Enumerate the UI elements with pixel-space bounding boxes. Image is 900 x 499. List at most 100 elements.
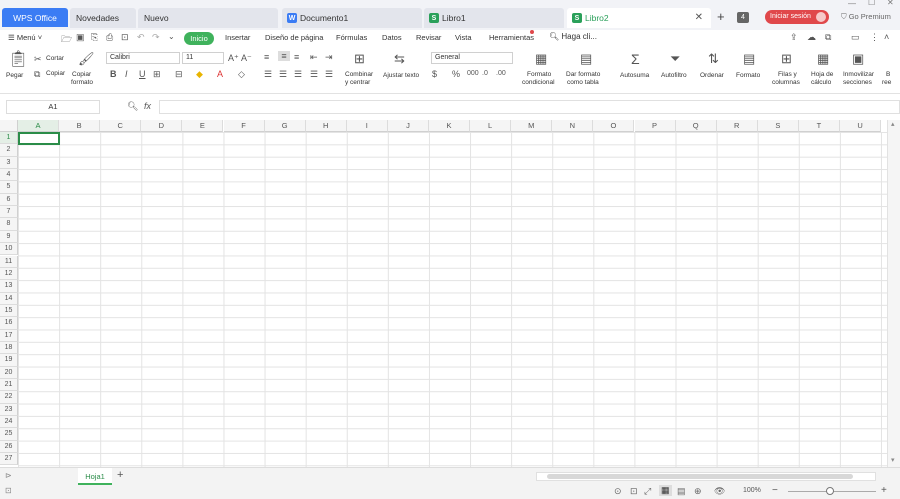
copy-button[interactable]: Copiar: [46, 70, 65, 78]
window-count-badge[interactable]: 4: [737, 12, 749, 23]
align-top-icon[interactable]: ≡: [264, 52, 269, 62]
merge-center-label-1[interactable]: Combinar: [345, 71, 373, 79]
column-header[interactable]: H: [305, 120, 347, 132]
formula-input[interactable]: [159, 100, 900, 114]
close-window-icon[interactable]: ✕: [887, 0, 894, 7]
currency-icon[interactable]: $: [432, 69, 437, 79]
row-header[interactable]: 22: [0, 391, 18, 404]
column-header[interactable]: M: [511, 120, 553, 132]
wrap-text-button[interactable]: Ajustar texto: [383, 72, 419, 80]
column-header[interactable]: G: [264, 120, 306, 132]
row-header[interactable]: 26: [0, 440, 18, 454]
row-header[interactable]: 21: [0, 379, 18, 392]
sort-button[interactable]: Ordenar: [700, 72, 724, 80]
column-header[interactable]: A: [18, 120, 60, 132]
row-header[interactable]: 12: [0, 267, 18, 281]
login-button[interactable]: Iniciar sesión: [765, 10, 829, 24]
sheet-tab-hoja1[interactable]: Hoja1: [78, 468, 112, 485]
align-bottom-icon[interactable]: ≡: [294, 52, 299, 62]
column-header[interactable]: S: [757, 120, 799, 132]
tab-diseno-pagina[interactable]: Diseño de página: [265, 33, 323, 42]
cut-button[interactable]: Cortar: [46, 55, 64, 63]
row-header[interactable]: 17: [0, 329, 18, 342]
tab-inicio[interactable]: Inicio: [184, 32, 214, 45]
number-format-select[interactable]: General: [431, 52, 513, 64]
align-center-icon[interactable]: ☰: [279, 69, 287, 79]
tab-herramientas[interactable]: Herramientas: [489, 33, 534, 42]
align-middle-icon[interactable]: ≡: [278, 51, 290, 61]
row-header[interactable]: 1: [0, 132, 18, 145]
page-break-icon[interactable]: ▤: [677, 486, 686, 497]
row-header[interactable]: 7: [0, 206, 18, 219]
menu-button[interactable]: ☰ Menú ˅: [8, 33, 42, 42]
column-header[interactable]: R: [716, 120, 758, 132]
decrease-decimal-icon[interactable]: .00: [496, 69, 506, 79]
column-header[interactable]: Q: [675, 120, 717, 132]
reading-mode-icon[interactable]: 👁︎: [714, 486, 725, 497]
worksheet-icon[interactable]: ▦: [817, 52, 829, 65]
paste-icon[interactable]: 📋︎: [8, 52, 28, 68]
cloud-icon[interactable]: ☁: [807, 32, 816, 43]
merge-center-label-2[interactable]: y centrar: [345, 79, 370, 87]
autofilter-button[interactable]: Autofiltro: [661, 72, 687, 80]
justify-icon[interactable]: ☰: [310, 69, 318, 79]
merge-format-icon[interactable]: ⊟: [175, 69, 183, 79]
tab-wps-office[interactable]: WPS Office: [2, 8, 68, 27]
sheet-nav-icon[interactable]: ⊳: [5, 471, 12, 480]
fullscreen-icon[interactable]: ⤢: [644, 486, 651, 497]
conditional-format-icon[interactable]: ▦: [535, 52, 547, 65]
macro-icon[interactable]: ⊡: [5, 486, 12, 495]
column-header[interactable]: O: [593, 120, 635, 132]
tab-datos[interactable]: Datos: [382, 33, 402, 42]
font-family-select[interactable]: Calibri: [106, 52, 180, 64]
tab-revisar[interactable]: Revisar: [416, 33, 441, 42]
worksheet-label-1[interactable]: Hoja de: [811, 71, 833, 79]
normal-view-icon[interactable]: ▦: [659, 485, 672, 496]
rows-columns-label-2[interactable]: columnas: [772, 79, 800, 87]
clear-icon[interactable]: ◇: [238, 69, 245, 79]
row-header[interactable]: 4: [0, 169, 18, 182]
distributed-icon[interactable]: ☰: [325, 69, 333, 79]
paste-button[interactable]: Pegar: [6, 72, 23, 80]
freeze-panes-icon[interactable]: ▣: [852, 52, 864, 65]
selected-cell[interactable]: [18, 132, 60, 145]
row-header[interactable]: 19: [0, 354, 18, 367]
column-header[interactable]: P: [634, 120, 676, 132]
column-header[interactable]: I: [346, 120, 388, 132]
tab-novedades[interactable]: Novedades: [70, 8, 136, 28]
go-premium-button[interactable]: ⛉ Go Premium: [841, 12, 891, 22]
row-header[interactable]: 23: [0, 403, 18, 417]
format-painter-label-1[interactable]: Copiar: [72, 71, 91, 79]
autosum-icon[interactable]: Σ: [631, 52, 640, 66]
row-header[interactable]: 16: [0, 317, 18, 330]
save-icon[interactable]: ▣: [76, 32, 85, 43]
comment-icon[interactable]: ▭: [851, 32, 860, 43]
page-layout-icon[interactable]: ⊕: [694, 486, 702, 497]
align-left-icon[interactable]: ☰: [264, 69, 272, 79]
export-icon[interactable]: ⎘: [91, 32, 98, 43]
row-header[interactable]: 8: [0, 218, 18, 231]
row-header[interactable]: 9: [0, 230, 18, 244]
new-tab-icon[interactable]: +: [717, 9, 725, 24]
row-header[interactable]: 27: [0, 453, 18, 466]
borders-icon[interactable]: ⊞: [153, 69, 161, 79]
row-header[interactable]: 13: [0, 280, 18, 293]
tab-formulas[interactable]: Fórmulas: [336, 33, 367, 42]
rows-columns-icon[interactable]: ⊞: [781, 52, 792, 65]
share-icon[interactable]: ⇪: [790, 32, 798, 43]
function-icon[interactable]: fx: [144, 101, 151, 111]
increase-decimal-icon[interactable]: .0: [482, 69, 488, 79]
worksheet-label-2[interactable]: cálculo: [811, 79, 831, 87]
scrollbar-thumb[interactable]: [547, 474, 853, 479]
autofilter-icon[interactable]: ⏷: [670, 52, 680, 65]
indent-increase-icon[interactable]: ⇥: [325, 52, 333, 62]
print-preview-icon[interactable]: ⊡: [121, 32, 129, 43]
rows-columns-label-1[interactable]: Filas y: [778, 71, 797, 79]
tab-libro1[interactable]: S Libro1: [424, 8, 564, 28]
row-header[interactable]: 25: [0, 428, 18, 441]
zoom-formula-icon[interactable]: 🔍︎: [127, 101, 138, 112]
row-header[interactable]: 2: [0, 144, 18, 157]
tab-nuevo[interactable]: Nuevo: [138, 8, 278, 28]
print-icon[interactable]: ⎙: [106, 32, 113, 43]
customize-icon[interactable]: ⌄: [168, 32, 175, 41]
